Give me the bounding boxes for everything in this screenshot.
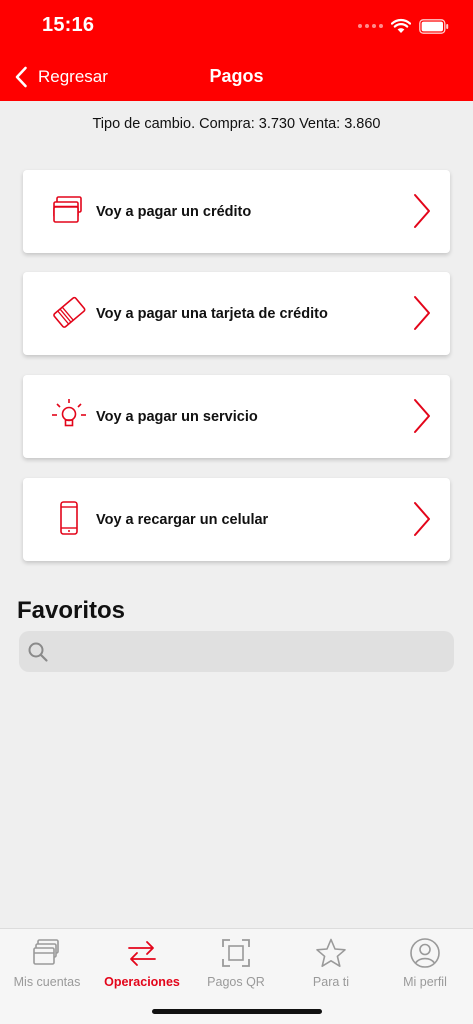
pay-credit-option[interactable]: Voy a pagar un crédito xyxy=(23,170,450,253)
option-label: Voy a recargar un celular xyxy=(96,511,269,528)
favorites-search-bar[interactable] xyxy=(19,631,454,672)
tab-pagos-qr[interactable]: Pagos QR xyxy=(189,935,283,997)
home-indicator xyxy=(152,1009,322,1014)
mobile-phone-icon xyxy=(60,501,78,535)
recharge-phone-option[interactable]: Voy a recargar un celular xyxy=(23,478,450,561)
favorites-title: Favoritos xyxy=(17,597,126,624)
option-label: Voy a pagar un crédito xyxy=(96,203,252,220)
tab-mis-cuentas[interactable]: Mis cuentas xyxy=(0,935,94,997)
option-label: Voy a pagar un servicio xyxy=(96,408,258,425)
tab-label: Mis cuentas xyxy=(13,975,81,989)
tab-label: Mi perfil xyxy=(403,975,447,989)
light-bulb-icon xyxy=(52,399,86,427)
status-time: 15:16 xyxy=(42,14,95,36)
page-title: Pagos xyxy=(209,66,264,86)
status-icons xyxy=(358,14,449,38)
battery-icon xyxy=(419,18,449,34)
chevron-right-icon xyxy=(414,296,430,330)
credit-card-icon xyxy=(53,296,86,328)
tab-mi-perfil[interactable]: Mi perfil xyxy=(378,935,472,997)
favorites-search-input[interactable] xyxy=(55,631,445,672)
header: 15:16 Regresar Pagos xyxy=(0,0,473,101)
chevron-right-icon xyxy=(414,399,430,433)
tab-label: Para ti xyxy=(312,975,350,989)
pay-service-option[interactable]: Voy a pagar un servicio xyxy=(23,375,450,458)
search-icon xyxy=(28,642,48,662)
profile-icon xyxy=(410,938,440,968)
chevron-right-icon xyxy=(414,194,430,228)
signal-icon xyxy=(358,24,383,28)
chevron-right-icon xyxy=(414,502,430,536)
tab-label: Pagos QR xyxy=(207,975,265,989)
wallet-icon xyxy=(33,939,59,965)
pay-credit-card-option[interactable]: Voy a pagar una tarjeta de crédito xyxy=(23,272,450,355)
qr-scan-icon xyxy=(222,939,250,967)
wifi-icon xyxy=(391,18,411,33)
tab-para-ti[interactable]: Para ti xyxy=(284,935,378,997)
option-label: Voy a pagar una tarjeta de crédito xyxy=(96,305,328,322)
exchange-rate: Tipo de cambio. Compra: 3.730 Venta: 3.8… xyxy=(92,116,381,132)
tab-label: Operaciones xyxy=(104,975,180,989)
tab-operaciones[interactable]: Operaciones xyxy=(95,935,189,997)
transfer-arrows-icon xyxy=(128,941,156,966)
cards-stack-icon xyxy=(53,196,82,223)
star-icon xyxy=(316,938,346,967)
